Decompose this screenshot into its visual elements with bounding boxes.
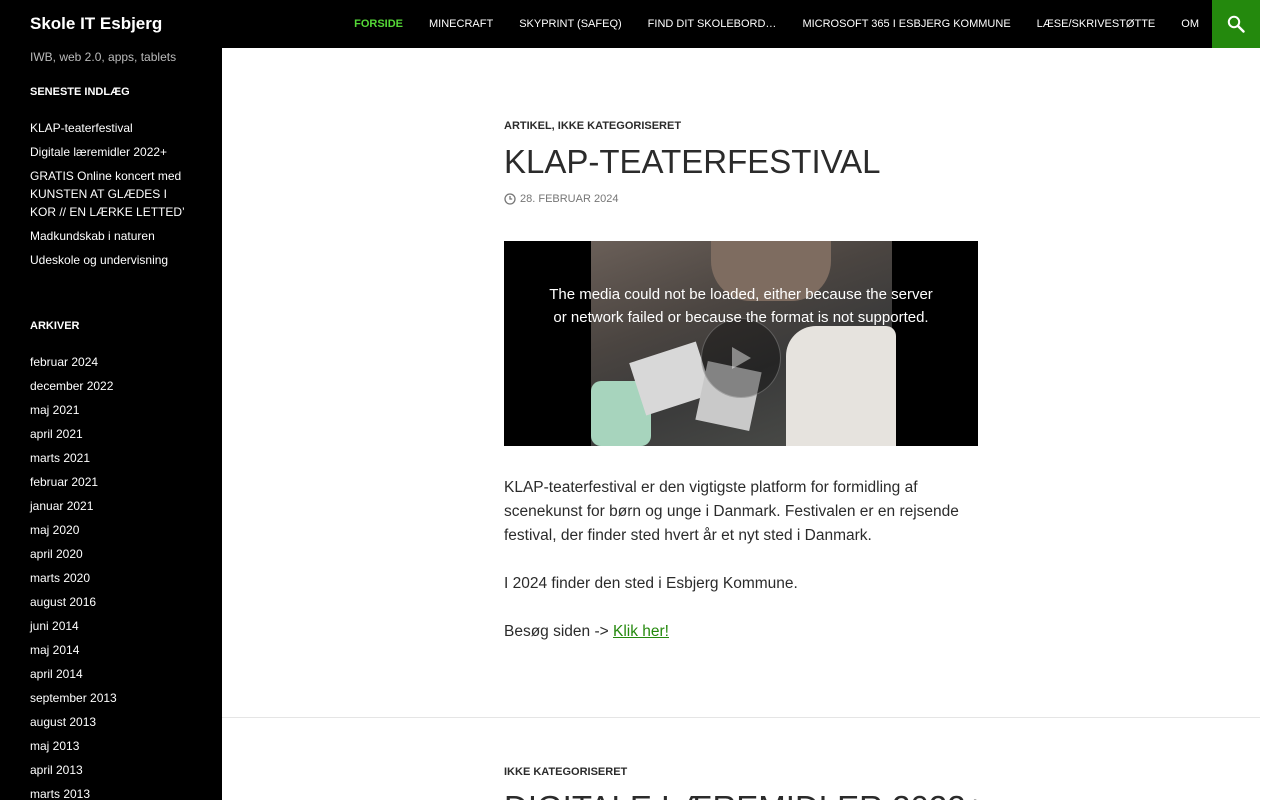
recent-post-link[interactable]: GRATIS Online koncert med KUNSTEN AT GLÆ… xyxy=(30,169,185,219)
archive-item: januar 2021 xyxy=(30,497,195,515)
recent-posts-title: SENESTE INDLÆG xyxy=(30,86,130,98)
archive-link[interactable]: april 2013 xyxy=(30,763,83,777)
archive-item: maj 2021 xyxy=(30,401,195,419)
recent-post-item: Madkundskab i naturen xyxy=(30,227,195,245)
archive-item: april 2014 xyxy=(30,665,195,683)
archive-link[interactable]: maj 2014 xyxy=(30,643,79,657)
archive-item: maj 2014 xyxy=(30,641,195,659)
recent-post-item: KLAP-teaterfestival xyxy=(30,119,195,137)
recent-posts-list: KLAP-teaterfestival Digitale læremidler 2… xyxy=(30,119,195,275)
visit-link[interactable]: Klik her! xyxy=(613,623,669,640)
archive-item: maj 2013 xyxy=(30,737,195,755)
archive-link[interactable]: august 2016 xyxy=(30,595,96,609)
archive-item: marts 2020 xyxy=(30,569,195,587)
post2-categories: IKKE KATEGORISERET xyxy=(504,766,627,778)
archive-link[interactable]: december 2022 xyxy=(30,379,113,393)
primary-navigation: FORSIDE MINECRAFT SKYPRINT (SAFEQ) FIND DIT… xyxy=(341,0,1212,48)
post-title[interactable]: KLAP-TEATERFESTIVAL xyxy=(504,142,881,182)
archives-title: ARKIVER xyxy=(30,320,80,332)
archive-item: februar 2024 xyxy=(30,353,195,371)
category-link-artikel[interactable]: ARTIKEL xyxy=(504,120,552,132)
archive-item: august 2016 xyxy=(30,593,195,611)
archive-link[interactable]: august 2013 xyxy=(30,715,96,729)
archive-item: april 2020 xyxy=(30,545,195,563)
site-tagline: IWB, web 2.0, apps, tablets xyxy=(30,50,177,64)
post-categories: ARTIKEL, IKKE KATEGORISERET xyxy=(504,120,681,132)
main-content: ARTIKEL, IKKE KATEGORISERET KLAP-TEATERF… xyxy=(222,48,1260,800)
archives-list: februar 2024 december 2022 maj 2021 april 2… xyxy=(30,353,195,800)
video-player[interactable]: The media could not be loaded, either be… xyxy=(504,241,978,446)
recent-post-link[interactable]: Digitale læremidler 2022+ xyxy=(30,145,167,159)
nav-item-0[interactable]: FORSIDE xyxy=(341,0,416,48)
archive-item: september 2013 xyxy=(30,689,195,707)
archive-item: marts 2013 xyxy=(30,785,195,800)
search-toggle-button[interactable] xyxy=(1212,0,1260,48)
recent-post-link[interactable]: KLAP-teaterfestival xyxy=(30,121,133,135)
archive-link[interactable]: april 2021 xyxy=(30,427,83,441)
play-button[interactable] xyxy=(701,318,781,398)
archive-link[interactable]: april 2020 xyxy=(30,547,83,561)
post-paragraph: I 2024 finder den sted i Esbjerg Kommune… xyxy=(504,575,798,592)
post-date: 28. FEBRUAR 2024 xyxy=(504,193,618,205)
sidebar: IWB, web 2.0, apps, tablets SENESTE INDL… xyxy=(0,0,222,800)
archive-item: juni 2014 xyxy=(30,617,195,635)
archive-link[interactable]: januar 2021 xyxy=(30,499,93,513)
recent-post-link[interactable]: Madkundskab i naturen xyxy=(30,229,155,243)
post-divider xyxy=(222,717,1260,718)
archive-link[interactable]: marts 2013 xyxy=(30,787,90,800)
archive-link[interactable]: april 2014 xyxy=(30,667,83,681)
archive-link[interactable]: marts 2020 xyxy=(30,571,90,585)
play-icon xyxy=(732,347,751,369)
video-error-message: The media could not be loaded, either be… xyxy=(549,286,933,326)
archive-link[interactable]: februar 2021 xyxy=(30,475,98,489)
archive-link[interactable]: juni 2014 xyxy=(30,619,79,633)
archive-item: august 2013 xyxy=(30,713,195,731)
search-icon xyxy=(1227,15,1245,33)
post2-title[interactable]: DIGITALE LÆREMIDLER 2022+ xyxy=(504,788,985,800)
site-title-link[interactable]: Skole IT Esbjerg xyxy=(30,13,162,35)
nav-item-4[interactable]: MICROSOFT 365 I ESBJERG KOMMUNE xyxy=(789,0,1023,48)
recent-post-item: Udeskole og undervisning xyxy=(30,251,195,269)
page-edge xyxy=(1260,0,1280,800)
archive-link[interactable]: maj 2021 xyxy=(30,403,79,417)
archive-link[interactable]: maj 2013 xyxy=(30,739,79,753)
post-content: KLAP-teaterfestival er den vigtigste pla… xyxy=(504,476,978,668)
post-paragraph: KLAP-teaterfestival er den vigtigste pla… xyxy=(504,479,959,544)
category-link-uncategorized[interactable]: IKKE KATEGORISERET xyxy=(558,120,681,132)
archive-item: april 2021 xyxy=(30,425,195,443)
recent-post-item: Digitale læremidler 2022+ xyxy=(30,143,195,161)
site-header: Skole IT Esbjerg FORSIDE MINECRAFT SKYPRIN… xyxy=(0,0,1260,48)
archive-item: maj 2020 xyxy=(30,521,195,539)
archive-link[interactable]: februar 2024 xyxy=(30,355,98,369)
recent-post-item: GRATIS Online koncert med KUNSTEN AT GLÆ… xyxy=(30,167,195,221)
recent-post-link[interactable]: Udeskole og undervisning xyxy=(30,253,168,267)
clock-icon xyxy=(504,193,516,205)
nav-item-6[interactable]: OM xyxy=(1168,0,1212,48)
nav-item-5[interactable]: LÆSE/SKRIVESTØTTE xyxy=(1024,0,1169,48)
category-link-uncategorized[interactable]: IKKE KATEGORISERET xyxy=(504,766,627,778)
archive-link[interactable]: marts 2021 xyxy=(30,451,90,465)
archive-item: december 2022 xyxy=(30,377,195,395)
nav-item-1[interactable]: MINECRAFT xyxy=(416,0,506,48)
archive-item: februar 2021 xyxy=(30,473,195,491)
archive-item: marts 2021 xyxy=(30,449,195,467)
nav-item-3[interactable]: FIND DIT SKOLEBORD… xyxy=(635,0,790,48)
nav-item-2[interactable]: SKYPRINT (SAFEQ) xyxy=(506,0,634,48)
visit-text: Besøg siden -> xyxy=(504,623,613,640)
post-paragraph: Besøg siden -> Klik her! xyxy=(504,620,978,644)
post-date-text[interactable]: 28. FEBRUAR 2024 xyxy=(520,193,618,205)
archive-link[interactable]: maj 2020 xyxy=(30,523,79,537)
archive-link[interactable]: september 2013 xyxy=(30,691,117,705)
archive-item: april 2013 xyxy=(30,761,195,779)
